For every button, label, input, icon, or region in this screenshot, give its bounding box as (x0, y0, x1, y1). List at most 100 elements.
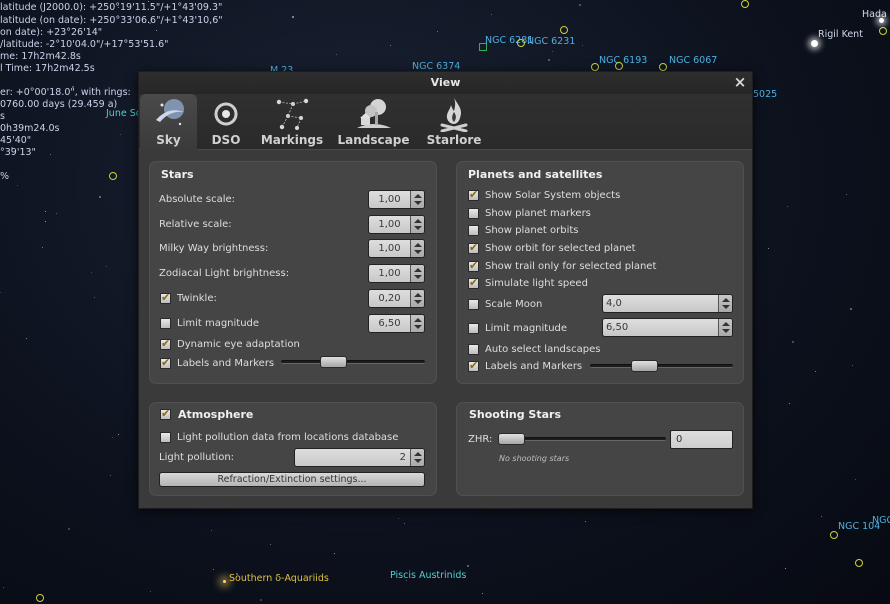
zhr-value-field[interactable]: 0 (670, 430, 733, 449)
limit-magnitude-spinbox[interactable]: 6,50 (368, 314, 425, 333)
arrow-down-icon[interactable] (414, 250, 422, 254)
slider-handle[interactable] (631, 360, 658, 372)
background-star (467, 565, 469, 567)
refraction-settings-button[interactable]: Refraction/Extinction settings... (159, 472, 425, 487)
sky-label-ngc[interactable]: NGC (872, 515, 890, 526)
cluster-marker[interactable] (560, 26, 568, 34)
planets-limit-magnitude-spinbox[interactable]: 6,50 (602, 318, 733, 337)
cluster-marker[interactable] (741, 0, 749, 8)
arrow-up-icon[interactable] (414, 243, 422, 247)
arrow-up-icon[interactable] (414, 293, 422, 297)
relative-scale-spinbox[interactable]: 1,00 (368, 215, 425, 234)
light-pollution-spinbox[interactable]: 2 (294, 448, 425, 467)
twinkle-spinbox[interactable]: 0,20 (368, 289, 425, 308)
light-pollution-db-label: Light pollution data from locations data… (177, 432, 399, 443)
planets-labels-markers-checkbox[interactable] (468, 359, 479, 372)
spinbox-arrows[interactable] (718, 319, 732, 336)
cluster-marker[interactable] (659, 63, 667, 71)
planets-limit-magnitude-checkbox[interactable] (468, 323, 479, 334)
arrow-down-icon[interactable] (414, 201, 422, 205)
cluster-marker[interactable] (855, 559, 863, 567)
show-solar-system-label: Show Solar System objects (485, 190, 621, 201)
spinbox-arrows[interactable] (410, 449, 424, 466)
cluster-marker[interactable] (517, 39, 525, 47)
sky-label-rigil-kent[interactable]: Rigil Kent (818, 29, 863, 40)
spinbox-arrows[interactable] (410, 240, 424, 257)
show-solar-system-checkbox[interactable] (468, 188, 479, 201)
spinbox-arrows[interactable] (410, 265, 424, 282)
cluster-marker[interactable] (591, 63, 599, 71)
arrow-down-icon[interactable] (414, 459, 422, 463)
arrow-down-icon[interactable] (414, 275, 422, 279)
tab-dso[interactable]: DSO (201, 94, 251, 150)
labels-markers-checkbox[interactable] (160, 356, 171, 369)
arrow-up-icon[interactable] (414, 318, 422, 322)
limit-magnitude-checkbox[interactable] (160, 318, 171, 329)
arrow-up-icon[interactable] (414, 194, 422, 198)
sky-label-ngc-6231[interactable]: NGC 6231 (527, 36, 575, 47)
arrow-up-icon[interactable] (414, 452, 422, 456)
arrow-up-icon[interactable] (722, 322, 730, 326)
background-star (94, 297, 95, 298)
slider-handle[interactable] (498, 433, 525, 445)
sky-label-southern-delta-aquariids[interactable]: Southern δ-Aquariids (229, 573, 329, 584)
cluster-marker[interactable] (615, 62, 623, 70)
milky-way-spinbox[interactable]: 1,00 (368, 239, 425, 258)
twinkle-checkbox[interactable] (160, 291, 171, 304)
arrow-up-icon[interactable] (414, 219, 422, 223)
arrow-down-icon[interactable] (414, 325, 422, 329)
zhr-slider[interactable] (498, 433, 666, 445)
planets-labels-slider[interactable] (590, 360, 733, 372)
zodiacal-light-spinbox[interactable]: 1,00 (368, 264, 425, 283)
dialog-titlebar[interactable]: View × (139, 72, 752, 94)
cluster-marker[interactable] (830, 531, 838, 539)
arrow-down-icon[interactable] (414, 226, 422, 230)
dynamic-eye-checkbox[interactable] (160, 337, 171, 350)
show-planet-markers-checkbox[interactable] (468, 208, 479, 219)
tab-starlore[interactable]: Starlore (422, 94, 486, 150)
open-cluster-marker[interactable] (479, 43, 487, 51)
show-trail-checkbox[interactable] (468, 259, 479, 272)
stars-labels-slider[interactable] (281, 356, 425, 368)
arrow-up-icon[interactable] (722, 298, 730, 302)
simulate-light-label: Simulate light speed (485, 278, 588, 289)
simulate-light-checkbox[interactable] (468, 276, 479, 289)
absolute-scale-spinbox[interactable]: 1,00 (368, 190, 425, 209)
spinbox-arrows[interactable] (410, 216, 424, 233)
arrow-up-icon[interactable] (414, 268, 422, 272)
background-star (106, 266, 107, 267)
sky-label-ngc-6193[interactable]: NGC 6193 (599, 55, 647, 66)
show-orbit-selected-checkbox[interactable] (468, 241, 479, 254)
cluster-marker[interactable] (36, 594, 44, 602)
scale-moon-spinbox[interactable]: 4,0 (602, 294, 733, 313)
tab-markings[interactable]: Markings (259, 94, 325, 150)
cluster-marker[interactable] (109, 172, 117, 180)
sky-label-ngc-6067[interactable]: NGC 6067 (669, 55, 717, 66)
spinbox-arrows[interactable] (410, 315, 424, 332)
auto-select-landscapes-checkbox[interactable] (468, 344, 479, 355)
bright-star-hadar[interactable] (879, 18, 884, 23)
show-planet-orbits-checkbox[interactable] (468, 225, 479, 236)
arrow-down-icon[interactable] (722, 305, 730, 309)
slider-handle[interactable] (320, 356, 347, 368)
spinbox-arrows[interactable] (410, 290, 424, 307)
arrow-down-icon[interactable] (414, 300, 422, 304)
spinbox-arrows[interactable] (410, 191, 424, 208)
stars-group-title: Stars (161, 168, 194, 181)
sky-label-piscis-austrinids[interactable]: Piscis Austrinids (390, 570, 466, 581)
tab-landscape[interactable]: Landscape (336, 94, 411, 150)
scale-moon-checkbox[interactable] (468, 299, 479, 310)
info-line: /latitude: -2°10'04.0"/+17°53'51.6" (0, 39, 169, 50)
arrow-down-icon[interactable] (722, 329, 730, 333)
background-star (112, 437, 113, 438)
bright-star-rigil-kent[interactable] (811, 40, 818, 47)
atmosphere-checkbox[interactable] (160, 407, 171, 420)
tab-sky[interactable]: Sky (140, 94, 197, 150)
background-star (482, 593, 483, 594)
cluster-marker[interactable] (879, 27, 887, 35)
close-icon[interactable]: × (732, 75, 748, 91)
background-star (785, 568, 786, 569)
spinbox-arrows[interactable] (718, 295, 732, 312)
light-pollution-db-checkbox[interactable] (160, 432, 171, 443)
sky-label-ngc-5025[interactable]: 5025 (753, 89, 777, 100)
